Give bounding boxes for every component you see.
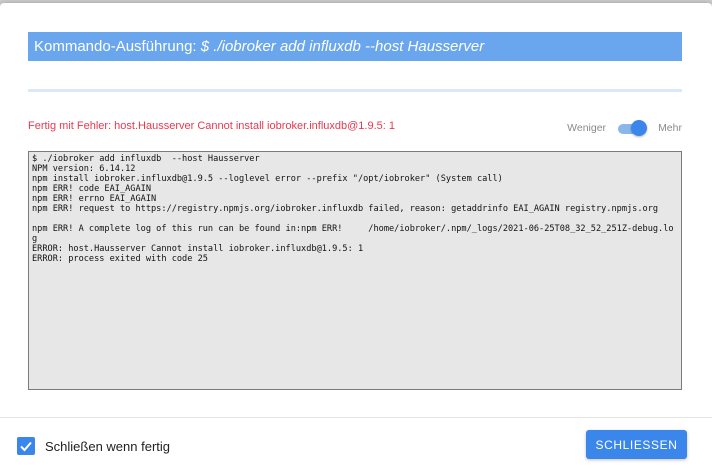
- log-detail-toggle[interactable]: [616, 119, 648, 137]
- log-line: npm ERR! A complete log of this run can …: [32, 224, 674, 244]
- log-line: NPM version: 6.14.12: [32, 164, 136, 174]
- command-dialog: Kommando-Ausführung: $ ./iobroker add in…: [0, 3, 712, 470]
- log-line: $ ./iobroker add influxdb --host Hausser…: [32, 154, 260, 164]
- log-line: ERROR: process exited with code 25: [32, 254, 208, 264]
- dialog-footer: Schließen wenn fertig SCHLIESSEN: [0, 417, 712, 470]
- log-line: npm ERR! errno EAI_AGAIN: [32, 194, 157, 204]
- dialog-title: Kommando-Ausführung: $ ./iobroker add in…: [28, 32, 682, 61]
- close-when-done-label: Schließen wenn fertig: [45, 438, 171, 454]
- log-line: npm ERR! request to https://registry.npm…: [32, 204, 659, 214]
- dialog-title-prefix: Kommando-Ausführung:: [34, 38, 201, 55]
- log-line: npm install iobroker.influxdb@1.9.5 --lo…: [32, 174, 503, 184]
- progress-bar: [28, 89, 682, 92]
- toggle-thumb: [631, 120, 648, 136]
- close-when-done-option[interactable]: Schließen wenn fertig: [17, 437, 170, 455]
- dialog-title-command: $ ./iobroker add influxdb --host Hausser…: [200, 38, 485, 55]
- close-when-done-checkbox[interactable]: [17, 437, 35, 455]
- checkmark-icon: [20, 441, 32, 452]
- close-button[interactable]: SCHLIESSEN: [586, 430, 687, 459]
- log-detail-toggle-group: Weniger Mehr: [567, 119, 682, 137]
- log-line: ERROR: host.Hausserver Cannot install io…: [32, 244, 364, 254]
- log-line: npm ERR! code EAI_AGAIN: [32, 184, 151, 194]
- status-error-text: Fertig mit Fehler: host.Hausserver Canno…: [28, 120, 396, 132]
- toggle-label-more: Mehr: [658, 122, 682, 134]
- toggle-label-less: Weniger: [567, 122, 607, 134]
- command-log-output[interactable]: $ ./iobroker add influxdb --host Hausser…: [28, 151, 682, 390]
